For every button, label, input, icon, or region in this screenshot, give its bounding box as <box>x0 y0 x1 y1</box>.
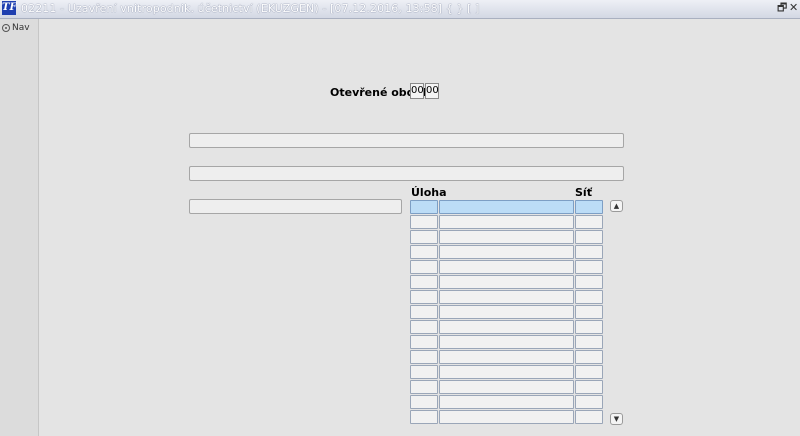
grid-cell-task[interactable] <box>439 365 574 379</box>
grid-cell-flag[interactable] <box>410 245 438 259</box>
grid-cell-flag[interactable] <box>410 275 438 289</box>
grid-cell-net[interactable] <box>575 245 603 259</box>
grid-cell-task[interactable] <box>439 245 574 259</box>
grid-cell-flag[interactable] <box>410 230 438 244</box>
period-year-field[interactable]: 00 <box>425 83 439 99</box>
nav-button[interactable]: Nav <box>2 23 30 33</box>
grid-cell-flag[interactable] <box>410 290 438 304</box>
scroll-down-button[interactable]: ▼ <box>610 413 623 425</box>
grid-cell-task[interactable] <box>439 305 574 319</box>
grid-cell-task[interactable] <box>439 350 574 364</box>
grid-cell-net[interactable] <box>575 290 603 304</box>
grid-cell-task[interactable] <box>439 215 574 229</box>
sidebar: Nav <box>0 19 39 436</box>
col-header-net: Síť <box>575 186 592 199</box>
grid-cell-net[interactable] <box>575 230 603 244</box>
restore-icon[interactable]: 🗗 <box>777 2 787 14</box>
grid-cell-net[interactable] <box>575 395 603 409</box>
grid-cell-net[interactable] <box>575 260 603 274</box>
nav-icon <box>2 24 10 32</box>
text-field-1[interactable] <box>189 133 624 148</box>
grid-cell-net[interactable] <box>575 335 603 349</box>
grid-cell-net[interactable] <box>575 410 603 424</box>
grid-cell-task[interactable] <box>439 200 574 214</box>
close-icon[interactable]: ✕ <box>789 2 798 14</box>
grid-cell-task[interactable] <box>439 230 574 244</box>
grid-cell-net[interactable] <box>575 365 603 379</box>
title-bar: TF 02211 - Uzavření vnitropodnik. účetni… <box>0 0 800 19</box>
grid-cell-flag[interactable] <box>410 335 438 349</box>
grid-cell-net[interactable] <box>575 200 603 214</box>
grid-cell-task[interactable] <box>439 380 574 394</box>
grid-cell-flag[interactable] <box>410 350 438 364</box>
grid-cell-net[interactable] <box>575 275 603 289</box>
grid-cell-flag[interactable] <box>410 410 438 424</box>
grid-cell-net[interactable] <box>575 320 603 334</box>
text-field-3[interactable] <box>189 199 402 214</box>
grid-cell-flag[interactable] <box>410 200 438 214</box>
app-icon: TF <box>2 1 17 15</box>
grid-cell-flag[interactable] <box>410 380 438 394</box>
grid-cell-flag[interactable] <box>410 305 438 319</box>
grid-cell-flag[interactable] <box>410 395 438 409</box>
scroll-track[interactable] <box>612 212 621 412</box>
grid-cell-flag[interactable] <box>410 215 438 229</box>
grid-cell-flag[interactable] <box>410 260 438 274</box>
grid-cell-task[interactable] <box>439 290 574 304</box>
grid-cell-task[interactable] <box>439 260 574 274</box>
scroll-up-button[interactable]: ▲ <box>610 200 623 212</box>
grid-cell-flag[interactable] <box>410 320 438 334</box>
grid-cell-task[interactable] <box>439 395 574 409</box>
grid-cell-task[interactable] <box>439 410 574 424</box>
grid-cell-net[interactable] <box>575 215 603 229</box>
window-title: 02211 - Uzavření vnitropodnik. účetnictv… <box>21 2 480 15</box>
grid-cell-task[interactable] <box>439 335 574 349</box>
nav-label: Nav <box>12 23 30 33</box>
period-month-field[interactable]: 00 <box>410 83 424 99</box>
grid-cell-net[interactable] <box>575 350 603 364</box>
grid-cell-task[interactable] <box>439 275 574 289</box>
text-field-2[interactable] <box>189 166 624 181</box>
grid-cell-net[interactable] <box>575 380 603 394</box>
grid-cell-task[interactable] <box>439 320 574 334</box>
col-header-task: Úloha <box>411 186 447 199</box>
grid-cell-net[interactable] <box>575 305 603 319</box>
grid-cell-flag[interactable] <box>410 365 438 379</box>
